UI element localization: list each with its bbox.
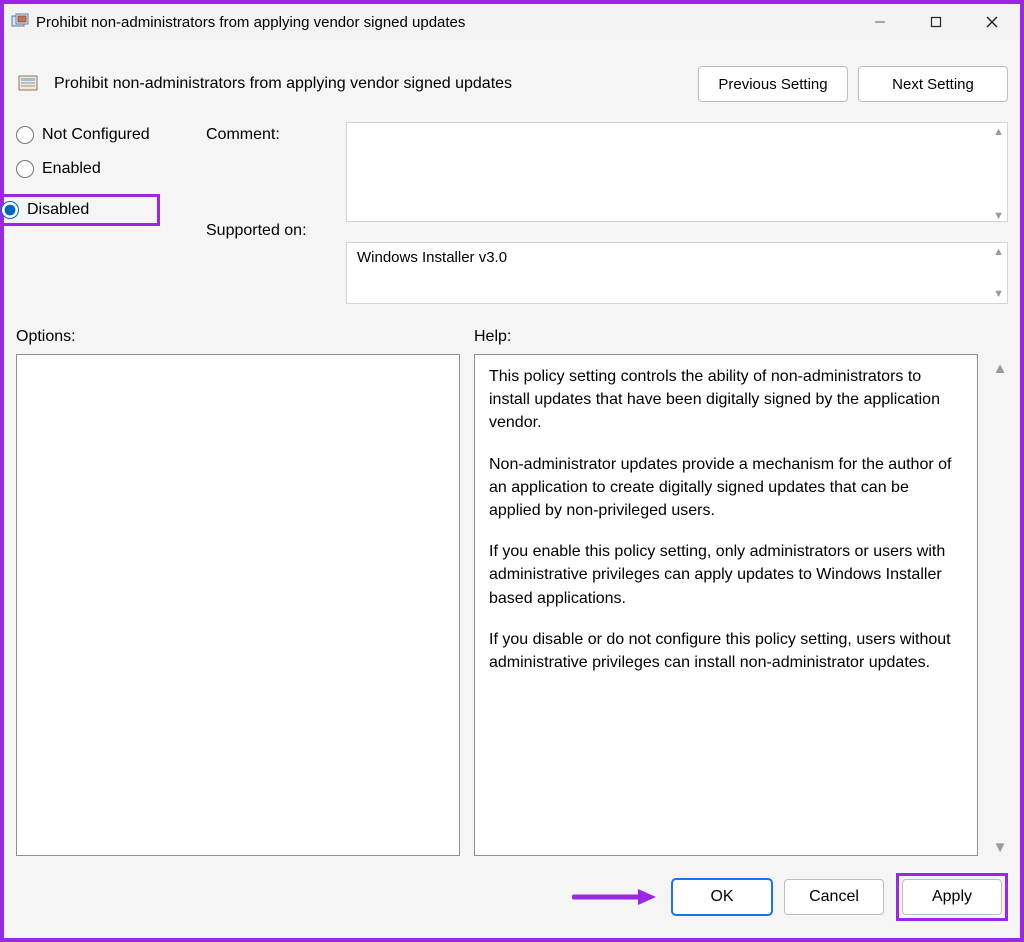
annotation-arrow	[572, 887, 658, 907]
cancel-button[interactable]: Cancel	[784, 879, 884, 915]
radio-not-configured[interactable]: Not Configured	[16, 126, 194, 144]
radio-not-configured-input[interactable]	[16, 126, 34, 144]
supported-on-box: Windows Installer v3.0	[346, 242, 1008, 304]
apply-button[interactable]: Apply	[902, 879, 1002, 915]
config-section: Not Configured Enabled Disabled Comment:…	[4, 116, 1020, 306]
help-scrollbar[interactable]: ▲ ▼	[992, 354, 1008, 856]
policy-title: Prohibit non-administrators from applyin…	[54, 75, 532, 93]
pane-labels: Options: Help:	[4, 306, 1020, 354]
close-button[interactable]	[964, 4, 1020, 40]
titlebar: Prohibit non-administrators from applyin…	[4, 4, 1020, 40]
radio-enabled-input[interactable]	[16, 160, 34, 178]
supported-on-value: Windows Installer v3.0	[357, 249, 507, 266]
radio-disabled-input[interactable]	[1, 201, 19, 219]
help-paragraph: Non-administrator updates provide a mech…	[489, 453, 963, 523]
radio-enabled-label: Enabled	[42, 160, 101, 178]
comment-label: Comment:	[206, 126, 334, 144]
supported-label: Supported on:	[206, 222, 334, 240]
radio-disabled[interactable]: Disabled	[1, 201, 157, 219]
comment-textarea[interactable]	[346, 122, 1008, 222]
field-inputs: ▲ ▼ Windows Installer v3.0 ▲ ▼	[346, 122, 1008, 304]
footer: OK Cancel Apply	[4, 856, 1020, 938]
annotation-highlight-apply: Apply	[896, 873, 1008, 921]
header: Prohibit non-administrators from applyin…	[4, 40, 1020, 116]
next-setting-button[interactable]: Next Setting	[858, 66, 1008, 102]
options-label: Options:	[16, 328, 474, 346]
state-radio-group: Not Configured Enabled Disabled	[16, 122, 194, 304]
ok-button[interactable]: OK	[672, 879, 772, 915]
policy-editor-window: Prohibit non-administrators from applyin…	[0, 0, 1024, 942]
app-icon	[10, 12, 30, 32]
help-pane[interactable]: This policy setting controls the ability…	[474, 354, 978, 856]
field-labels: Comment: Supported on:	[206, 122, 334, 304]
annotation-highlight-radio: Disabled	[0, 194, 160, 226]
policy-icon	[16, 70, 44, 98]
window-title: Prohibit non-administrators from applyin…	[36, 14, 465, 31]
radio-enabled[interactable]: Enabled	[16, 160, 194, 178]
options-pane	[16, 354, 460, 856]
maximize-button[interactable]	[908, 4, 964, 40]
help-label: Help:	[474, 328, 1008, 346]
help-paragraph: This policy setting controls the ability…	[489, 365, 963, 435]
minimize-button[interactable]	[852, 4, 908, 40]
radio-disabled-label: Disabled	[27, 201, 89, 219]
previous-setting-button[interactable]: Previous Setting	[698, 66, 848, 102]
panes: This policy setting controls the ability…	[4, 354, 1020, 856]
help-paragraph: If you enable this policy setting, only …	[489, 540, 963, 610]
help-paragraph: If you disable or do not configure this …	[489, 628, 963, 674]
radio-not-configured-label: Not Configured	[42, 126, 150, 144]
